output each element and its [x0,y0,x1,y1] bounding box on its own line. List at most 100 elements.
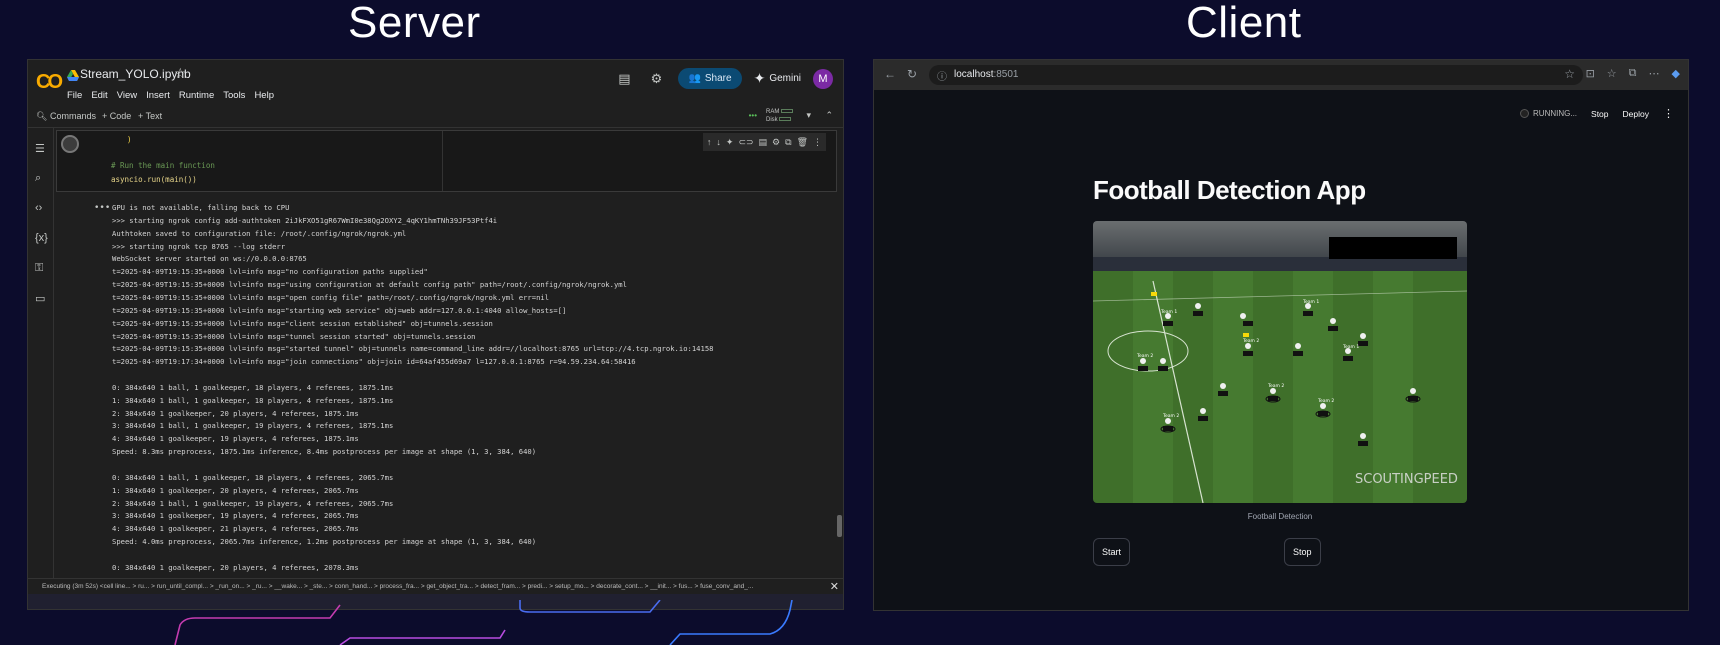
chevron-up-icon[interactable]: ⌃ [825,110,833,121]
bookmark-star-icon[interactable]: ☆ [1564,67,1575,81]
colab-logo[interactable]: CO [36,71,63,94]
output-line: GPU is not available, falling back to CP… [112,203,290,212]
add-code-button[interactable]: + Code [102,111,131,121]
site-info-icon[interactable]: ⓘ [937,68,947,83]
collections-icon[interactable]: ⧉ [1629,67,1637,80]
video-frame: Team 1 Team 1 Team 2 Team 2 Team 1 Team … [1093,221,1467,503]
client-heading: Client [1186,0,1302,47]
football-pitch-image: Team 1 Team 1 Team 2 Team 2 Team 1 Team … [1093,221,1467,503]
output-line: t=2025-04-09T19:17:34+0000 lvl=info msg=… [112,357,636,367]
cell-divider [442,131,443,191]
decorative-lines [174,600,793,645]
video-watermark: SCOUTINGPEED [1355,472,1458,487]
code-line: asyncio.run(main()) [111,175,197,184]
main-menu-icon[interactable]: ⋮ [1663,107,1674,120]
menu-edit[interactable]: Edit [91,90,107,101]
back-arrow-icon[interactable]: ← [884,67,896,81]
chevron-down-icon[interactable]: ▾ [806,110,811,121]
sparkle-icon: ✦ [753,70,766,86]
menu-insert[interactable]: Insert [146,90,170,101]
star-icon[interactable]: ☆ [174,65,187,82]
move-down-icon[interactable]: ↓ [716,137,721,147]
output-line: 2: 384x640 1 ball, 1 goalkeeper, 19 play… [112,498,394,508]
copilot-icon[interactable]: ◆ [1672,67,1680,80]
video-caption: Football Detection [1247,512,1313,521]
output-line: >>> starting ngrok tcp 8765 --log stderr [112,241,286,251]
output-line: t=2025-04-09T19:15:35+0000 lvl=info msg=… [112,344,714,354]
deploy-button[interactable]: Deploy [1623,109,1649,119]
favorites-icon[interactable]: ☆ [1607,67,1617,80]
output-line: 4: 384x640 1 goalkeeper, 21 players, 4 r… [112,524,359,534]
code-line: ) [127,135,132,144]
close-icon[interactable]: ✕ [830,580,839,593]
running-indicator: RUNNING... [1520,109,1577,118]
output-line: 0: 384x640 1 goalkeeper, 20 players, 4 r… [112,562,359,572]
code-snippets-icon[interactable]: ‹› [35,202,42,214]
svg-text:Team 2: Team 2 [1136,353,1153,359]
app-title: Football Detection App [1093,175,1366,205]
svg-text:Team 1: Team 1 [1160,309,1177,315]
people-icon: 👥 [688,73,701,84]
menu-tools[interactable]: Tools [223,90,245,101]
reload-icon[interactable]: ↻ [907,67,917,81]
output-line: Speed: 8.3ms preprocess, 1875.1ms infere… [112,447,537,457]
output-line: WebSocket server started on ws://0.0.0.0… [112,254,307,264]
menu-file[interactable]: File [67,90,82,101]
delete-icon[interactable]: 🗑︎ [797,137,808,148]
execution-status-text: Executing (3m 52s) <cell line... > ru...… [42,583,754,590]
left-sidebar: ☰ ⌕ ‹› {x} ⚿ ▭ ▣ [28,128,54,609]
menu-view[interactable]: View [117,90,137,101]
output-menu-icon[interactable]: ••• [94,203,110,213]
share-button[interactable]: 👥 Share [678,68,742,89]
files-folder-icon[interactable]: ▭ [35,292,45,305]
menu-runtime[interactable]: Runtime [179,90,214,101]
server-heading: Server [348,0,481,47]
avatar[interactable]: M [813,68,833,89]
more-options-icon[interactable]: ⋮ [813,137,822,148]
start-button[interactable]: Start [1093,538,1131,566]
find-icon[interactable]: ⌕ [35,172,41,185]
add-text-button[interactable]: + Text [138,111,162,121]
link-icon[interactable]: ⊂⊃ [738,137,753,148]
run-cell-button[interactable] [61,135,79,153]
gemini-button[interactable]: ✦ Gemini [754,70,801,87]
output-line: 1: 384x640 1 goalkeeper, 20 players, 4 r… [112,485,359,495]
stop-button[interactable]: Stop [1284,538,1321,566]
svg-text:Team 2: Team 2 [1317,398,1334,404]
commands-button[interactable]: 🔍︎ Commands [36,111,96,122]
settings-gear-icon[interactable]: ⚙ [646,69,666,89]
output-line: >>> starting ngrok config add-authtoken … [112,215,498,225]
stop-run-button[interactable]: Stop [1591,109,1609,119]
url-host: localhost [954,69,994,80]
browser-menu-icon[interactable]: ⋯ [1649,67,1660,80]
search-icon: 🔍︎ [36,111,48,121]
output-line: Authtoken saved to configuration file: /… [112,228,407,238]
output-line: t=2025-04-09T19:15:35+0000 lvl=info msg=… [112,331,476,341]
colab-window: CO Stream_YOLO.ipynb ☆ File Edit View In… [27,59,844,610]
mirror-cell-icon[interactable]: ⧉ [785,137,791,148]
comment-icon[interactable]: ▤ [759,137,768,148]
cell-settings-icon[interactable]: ⚙ [772,137,780,148]
url-port: :8501 [993,69,1019,80]
output-line: t=2025-04-09T19:15:35+0000 lvl=info msg=… [112,267,428,277]
extensions-icon[interactable]: ⊡ [1586,67,1595,80]
secrets-key-icon[interactable]: ⚿ [35,262,43,275]
colab-topbar: CO Stream_YOLO.ipynb ☆ File Edit View In… [28,60,843,106]
variables-icon[interactable]: {x} [35,232,48,244]
move-up-icon[interactable]: ↑ [707,137,712,147]
menu-bar: File Edit View Insert Runtime Tools Help [67,90,274,101]
comments-icon[interactable]: ▤ [614,69,634,89]
menu-help[interactable]: Help [254,90,274,101]
output-line: 2: 384x640 1 goalkeeper, 20 players, 4 r… [112,408,359,418]
output-line: 3: 384x640 1 goalkeeper, 19 players, 4 r… [112,511,359,521]
scrollbar[interactable] [837,515,842,537]
code-cell[interactable]: ) # Run the main function asyncio.run(ma… [56,130,837,192]
toc-icon[interactable]: ☰ [35,142,45,155]
svg-text:Team 2: Team 2 [1162,413,1179,419]
gemini-cell-icon[interactable]: ✦ [726,137,734,148]
svg-text:Team 1: Team 1 [1302,299,1319,305]
cell-output: ••• GPU is not available, falling back t… [56,196,837,609]
address-bar[interactable]: ⓘ localhost:8501 ☆ [929,65,1583,85]
output-line: t=2025-04-09T19:15:35+0000 lvl=info msg=… [112,292,550,302]
ram-disk-indicator[interactable]: RAM Disk [766,108,793,124]
